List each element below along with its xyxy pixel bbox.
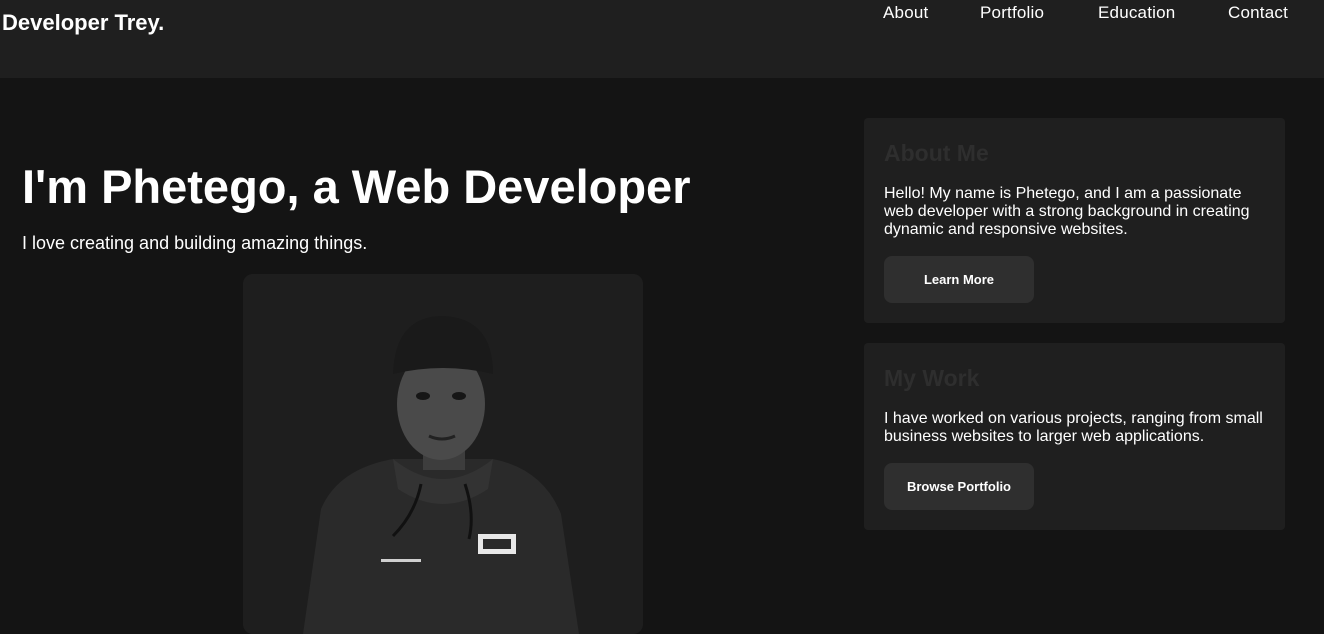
hero-title: I'm Phetego, a Web Developer xyxy=(22,160,691,213)
about-me-text: Hello! My name is Phetego, and I am a pa… xyxy=(884,185,1250,238)
navbar: Developer Trey. About Portfolio Educatio… xyxy=(0,0,1324,78)
brand-logo[interactable]: Developer Trey. xyxy=(2,10,164,36)
nav-link-about[interactable]: About xyxy=(883,3,928,23)
hero-subtitle: I love creating and building amazing thi… xyxy=(22,233,368,253)
profile-photo xyxy=(243,274,643,634)
my-work-card: My Work I have worked on various project… xyxy=(864,343,1285,530)
browse-portfolio-button[interactable]: Browse Portfolio xyxy=(884,463,1034,510)
nav-link-education[interactable]: Education xyxy=(1098,3,1175,23)
profile-photo-card xyxy=(243,274,643,634)
nav-link-contact[interactable]: Contact xyxy=(1228,3,1288,23)
nav-link-portfolio[interactable]: Portfolio xyxy=(980,3,1044,23)
my-work-title: My Work xyxy=(884,365,980,391)
about-me-card: About Me Hello! My name is Phetego, and … xyxy=(864,118,1285,323)
my-work-text: I have worked on various projects, rangi… xyxy=(884,410,1263,445)
about-me-title: About Me xyxy=(884,140,989,166)
learn-more-button[interactable]: Learn More xyxy=(884,256,1034,303)
